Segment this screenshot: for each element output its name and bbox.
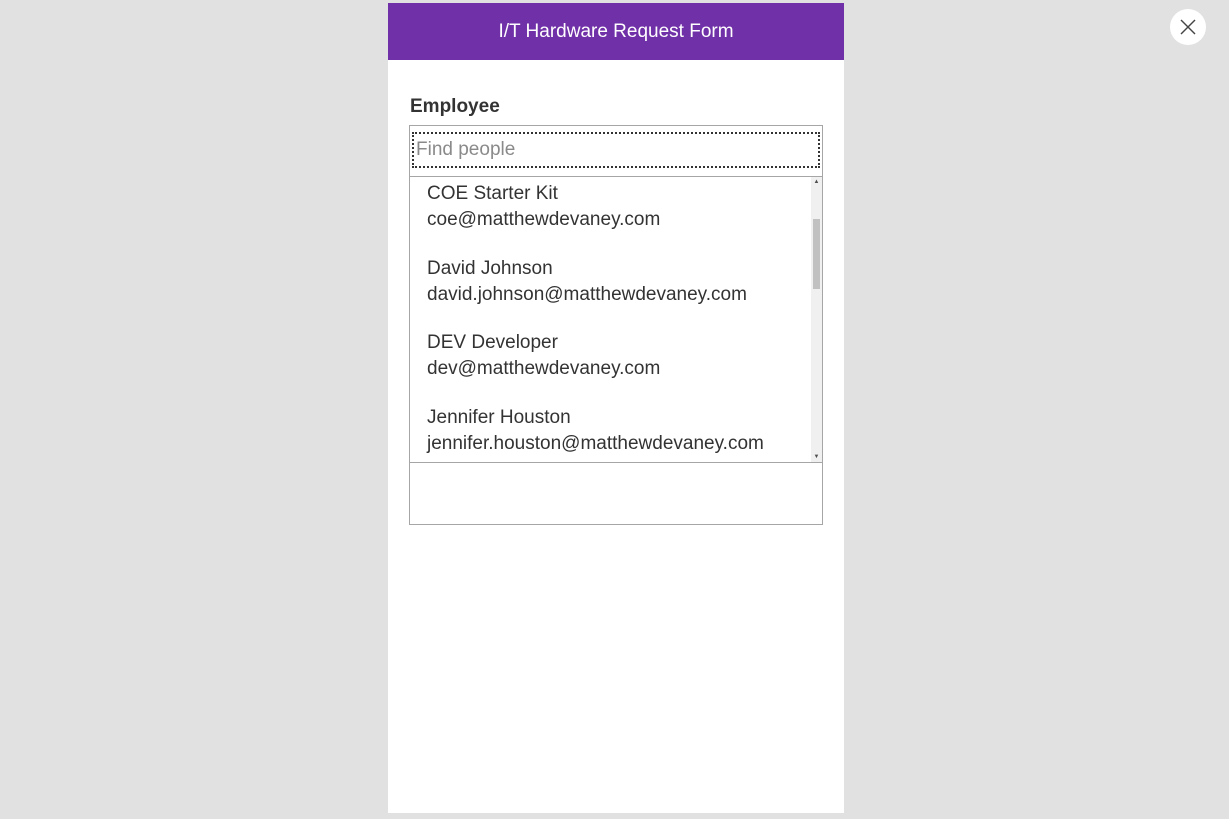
scroll-down-arrow-icon[interactable]: ▼ — [811, 452, 822, 462]
people-dropdown: COE Starter Kit coe@matthewdevaney.com D… — [410, 176, 822, 463]
person-name: DEV Developer — [427, 332, 558, 353]
person-email: david.johnson@matthewdevaney.com — [427, 284, 747, 305]
scroll-thumb[interactable] — [813, 219, 820, 289]
close-icon — [1180, 19, 1196, 35]
close-button[interactable] — [1170, 9, 1206, 45]
app-header: I/T Hardware Request Form — [388, 3, 844, 60]
person-email: dev@matthewdevaney.com — [427, 358, 661, 379]
person-name: David Johnson — [427, 258, 553, 279]
person-email: coe@matthewdevaney.com — [427, 209, 661, 230]
list-item[interactable]: David Johnson david.johnson@matthewdevan… — [427, 258, 807, 318]
person-name: COE Starter Kit — [427, 183, 558, 204]
search-box[interactable] — [412, 132, 820, 168]
list-item[interactable]: Jennifer Houston jennifer.houston@matthe… — [427, 407, 807, 462]
dropdown-scrollbar[interactable]: ▲ ▼ — [811, 177, 822, 462]
employee-label: Employee — [410, 96, 500, 117]
scroll-up-arrow-icon[interactable]: ▲ — [811, 177, 822, 187]
person-email: jennifer.houston@matthewdevaney.com — [427, 433, 764, 454]
list-item[interactable]: COE Starter Kit coe@matthewdevaney.com — [427, 183, 807, 243]
app-title: I/T Hardware Request Form — [498, 20, 734, 42]
people-picker: COE Starter Kit coe@matthewdevaney.com D… — [409, 125, 823, 525]
list-item[interactable]: DEV Developer dev@matthewdevaney.com — [427, 332, 807, 392]
app-canvas: I/T Hardware Request Form Employee COE S… — [388, 3, 844, 813]
person-name: Jennifer Houston — [427, 407, 571, 428]
find-people-input[interactable] — [414, 139, 818, 161]
